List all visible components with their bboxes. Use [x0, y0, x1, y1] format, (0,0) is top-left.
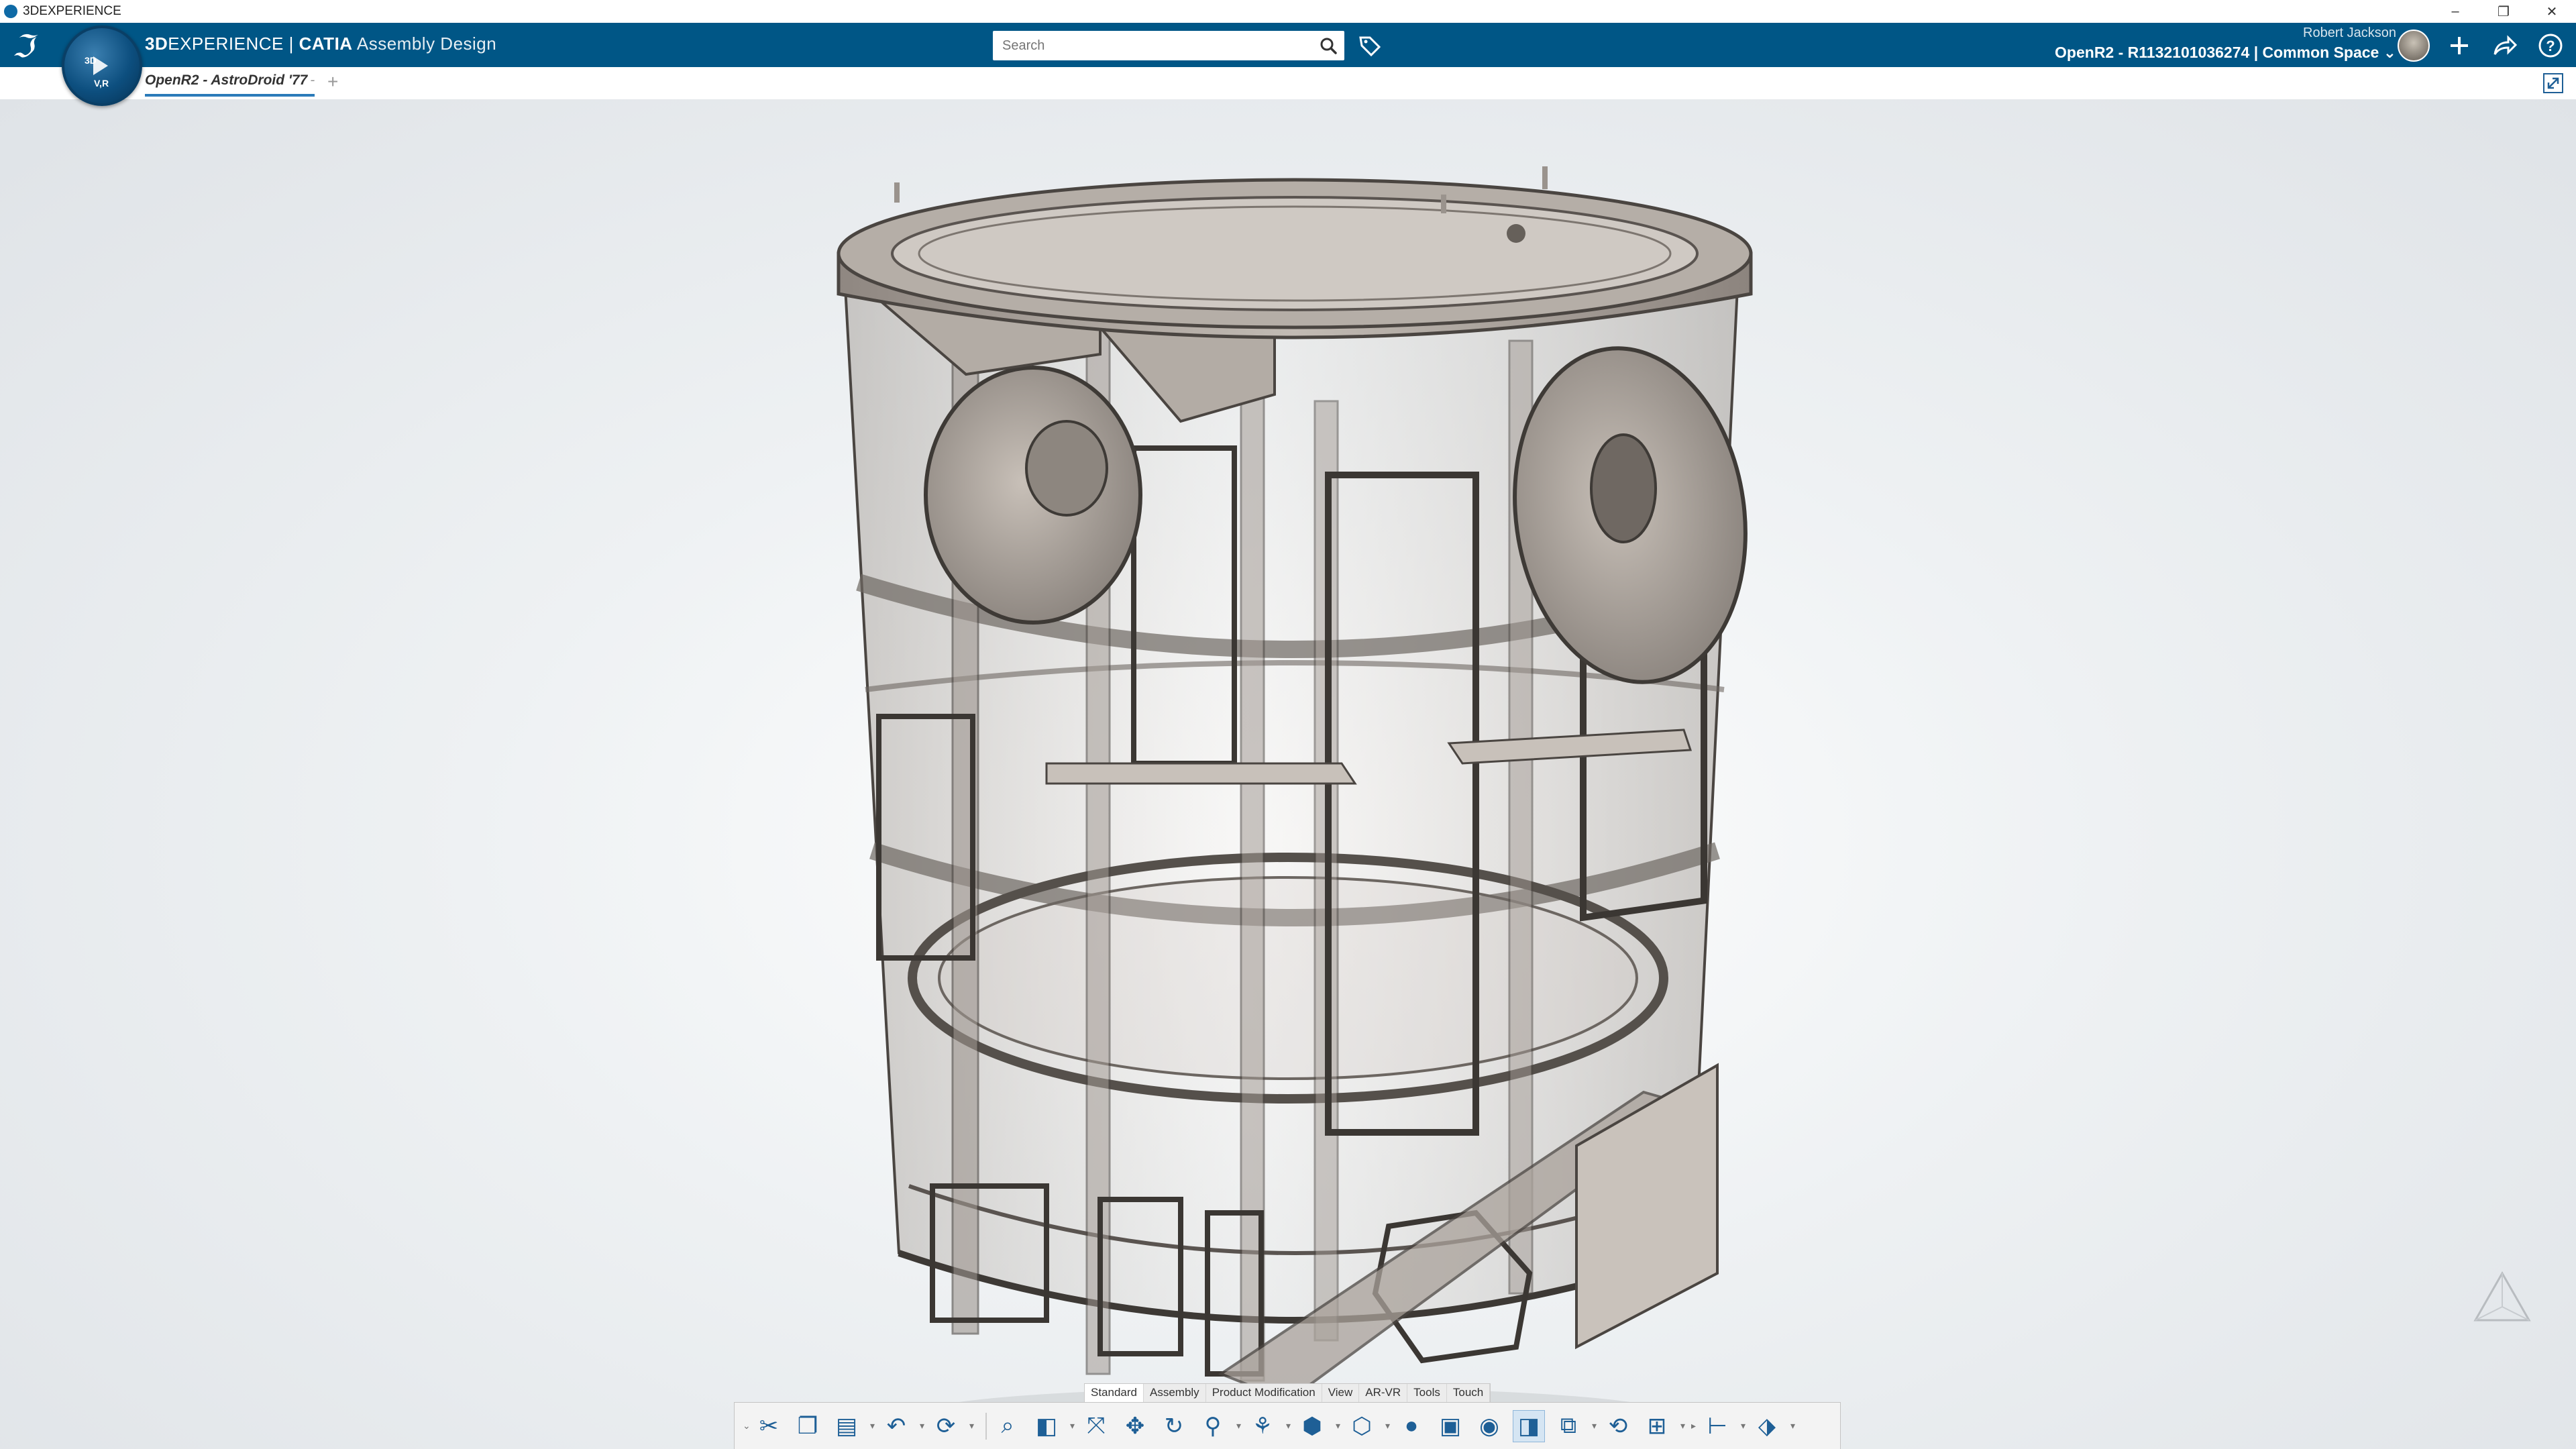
compass-label-vr: V,R — [94, 78, 109, 89]
product-dropdown-icon[interactable]: ▾ — [1790, 1420, 1797, 1432]
space-label: OpenR2 - R1132101036274 | Common Space — [2055, 44, 2379, 61]
view-mode-dropdown-icon[interactable]: ▾ — [1070, 1420, 1077, 1432]
svg-text:?: ? — [2546, 38, 2555, 54]
restore-button[interactable]: ❐ — [2479, 0, 2528, 23]
iso-view-icon[interactable]: ⬢ — [1297, 1411, 1328, 1442]
action-bar-menu-icon[interactable]: ⌄ — [743, 1420, 751, 1432]
document-tab-bar: OpenR2 - AstroDroid '77- + — [0, 67, 2576, 100]
top-bar: ℑ 3DEXPERIENCE | CATIA Assembly Design R… — [0, 23, 2576, 67]
window-title: 3DEXPERIENCE — [23, 4, 121, 18]
minimize-button[interactable]: – — [2431, 0, 2479, 23]
undo-dropdown-icon[interactable]: ▾ — [920, 1420, 926, 1432]
look-at-dropdown-icon[interactable]: ▾ — [1286, 1420, 1293, 1432]
share-icon[interactable] — [2489, 30, 2521, 62]
close-button[interactable]: ✕ — [2528, 0, 2576, 23]
wireframe-dropdown-icon[interactable]: ▾ — [1385, 1420, 1392, 1432]
capture-icon[interactable]: ⧉ — [1553, 1411, 1584, 1442]
help-icon[interactable]: ? — [2534, 30, 2567, 62]
refresh-icon[interactable]: ⟲ — [1603, 1411, 1633, 1442]
tab-tools[interactable]: Tools — [1407, 1384, 1447, 1403]
tab-product-modification[interactable]: Product Modification — [1206, 1384, 1322, 1403]
tag-icon[interactable] — [1356, 32, 1383, 59]
zoom-dropdown-icon[interactable]: ▾ — [1236, 1420, 1243, 1432]
cut-icon[interactable]: ✂ — [753, 1411, 784, 1442]
compass-widget[interactable]: 3D V,R — [62, 25, 142, 106]
tab-openr2-astrodroid[interactable]: OpenR2 - AstroDroid '77- — [145, 72, 315, 97]
pan-icon[interactable]: ✥ — [1120, 1411, 1150, 1442]
product-icon[interactable]: ⬗ — [1752, 1411, 1782, 1442]
update-dropdown-icon[interactable]: ▾ — [969, 1420, 976, 1432]
action-bar: ⌄ ✂ ❐ ▤ ▾ ↶ ▾ ⟳ ▾ ⌕ ◧ ▾ ⤧ ✥ ↻ ⚲ ▾ ⚘ ▾ ⬢ ▾ ⬡ ▾ ● … — [734, 1402, 1841, 1449]
copy-icon[interactable]: ❐ — [792, 1411, 823, 1442]
search-input[interactable] — [1001, 37, 1312, 54]
tab-menu-icon[interactable]: - — [310, 72, 315, 88]
tab-view[interactable]: View — [1322, 1384, 1360, 1403]
zoom-icon[interactable]: ⌕ — [992, 1411, 1023, 1442]
user-name: Robert Jackson — [2303, 25, 2396, 40]
app-logo-icon — [4, 5, 17, 18]
search-box[interactable] — [993, 31, 1344, 60]
user-avatar[interactable] — [2398, 30, 2430, 62]
paste-dropdown-icon[interactable]: ▾ — [870, 1420, 877, 1432]
tab-ar-vr[interactable]: AR-VR — [1359, 1384, 1408, 1403]
zoom-in-out-icon[interactable]: ⚲ — [1197, 1411, 1228, 1442]
layout-icon[interactable]: ⊞ — [1642, 1411, 1672, 1442]
search-icon[interactable] — [1319, 36, 1338, 55]
view-compass-icon[interactable] — [2469, 1267, 2536, 1334]
update-icon[interactable]: ⟳ — [930, 1411, 961, 1442]
look-at-icon[interactable]: ⚘ — [1247, 1411, 1278, 1442]
product-name: CATIA — [299, 34, 353, 54]
tab-assembly[interactable]: Assembly — [1144, 1384, 1206, 1403]
fit-all-icon[interactable]: ⤧ — [1081, 1411, 1112, 1442]
tab-touch[interactable]: Touch — [1447, 1384, 1491, 1403]
layout-dropdown-icon[interactable]: ▾ — [1680, 1420, 1687, 1432]
app-title: 3DEXPERIENCE | CATIA Assembly Design — [145, 34, 496, 54]
tab-label: OpenR2 - AstroDroid '77 — [145, 72, 308, 88]
expand-icon[interactable] — [2542, 72, 2564, 94]
action-bar-sections: Standard Assembly Product Modification V… — [1084, 1383, 1491, 1403]
add-tab-button[interactable]: + — [327, 71, 338, 93]
ds-logo-icon[interactable]: ℑ — [12, 28, 48, 64]
shading-icon[interactable]: ● — [1396, 1411, 1427, 1442]
more-icon[interactable]: ▸ — [1691, 1420, 1698, 1432]
tree-icon[interactable]: ⊢ — [1702, 1411, 1733, 1442]
view-mode-icon[interactable]: ◧ — [1031, 1411, 1062, 1442]
brand-separator: | — [283, 34, 299, 54]
chevron-down-icon: ⌄ — [2383, 44, 2396, 61]
separator — [985, 1412, 987, 1440]
play-icon — [93, 56, 108, 75]
hide-show-icon[interactable]: ◉ — [1474, 1411, 1505, 1442]
avatar — [2398, 30, 2430, 62]
tree-dropdown-icon[interactable]: ▾ — [1741, 1420, 1748, 1432]
undo-icon[interactable]: ↶ — [881, 1411, 912, 1442]
wireframe-icon[interactable]: ⬡ — [1346, 1411, 1377, 1442]
swap-visible-space-icon[interactable]: ◨ — [1513, 1409, 1545, 1442]
brand-main: EXPERIENCE — [168, 34, 284, 54]
brand-prefix: 3D — [145, 34, 168, 54]
paste-icon[interactable]: ▤ — [831, 1411, 862, 1442]
3d-viewport[interactable] — [0, 99, 2576, 1449]
capture-dropdown-icon[interactable]: ▾ — [1592, 1420, 1599, 1432]
app-name: Assembly Design — [352, 34, 497, 54]
tab-standard[interactable]: Standard — [1085, 1384, 1144, 1403]
iso-view-dropdown-icon[interactable]: ▾ — [1336, 1420, 1342, 1432]
droid-body-assembly-model[interactable] — [818, 140, 1771, 1448]
os-title-bar: 3DEXPERIENCE – ❐ ✕ — [0, 0, 2576, 23]
ambiance-icon[interactable]: ▣ — [1435, 1411, 1466, 1442]
collaborative-space-selector[interactable]: OpenR2 - R1132101036274 | Common Space ⌄ — [2055, 44, 2396, 62]
rotate-icon[interactable]: ↻ — [1159, 1411, 1189, 1442]
add-icon[interactable] — [2443, 30, 2475, 62]
